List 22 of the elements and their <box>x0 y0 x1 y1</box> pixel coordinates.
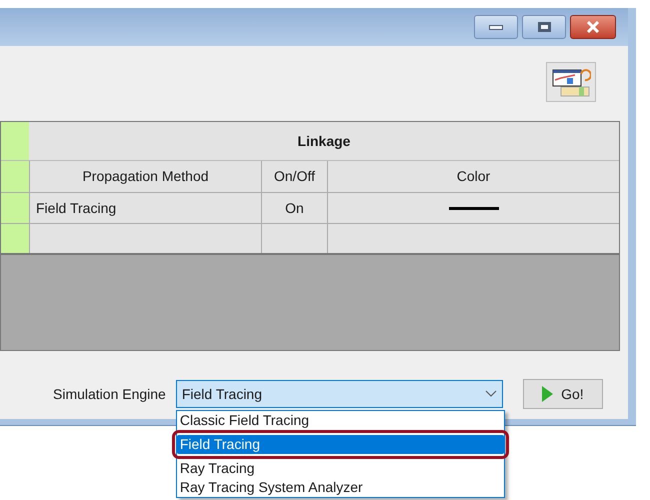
row-header-cell <box>1 122 29 160</box>
table-title: Linkage <box>296 132 352 151</box>
chart-table-button[interactable] <box>546 62 596 102</box>
dropdown-option[interactable]: Ray Tracing <box>176 459 504 478</box>
dropdown-option[interactable]: Ray Tracing System Analyzer <box>176 478 504 497</box>
close-button[interactable] <box>570 15 616 39</box>
go-button[interactable]: Go! <box>522 379 603 409</box>
minimize-icon <box>489 24 503 30</box>
row-header-cell <box>1 161 29 192</box>
engine-label: Simulation Engine <box>53 384 166 404</box>
maximize-icon <box>538 22 550 32</box>
row-header-cell <box>1 224 29 253</box>
play-icon <box>542 386 554 402</box>
engine-dropdown[interactable]: Field Tracing <box>176 380 503 408</box>
dropdown-option[interactable]: Classic Field Tracing <box>176 411 504 430</box>
dropdown-option[interactable]: Field Tracing <box>176 435 504 454</box>
close-icon <box>586 21 600 33</box>
chevron-down-icon <box>484 390 497 398</box>
minimize-button[interactable] <box>474 15 518 39</box>
row-header-cell <box>1 193 29 223</box>
maximize-button[interactable] <box>522 15 566 39</box>
diagram-table-icon <box>551 66 591 98</box>
